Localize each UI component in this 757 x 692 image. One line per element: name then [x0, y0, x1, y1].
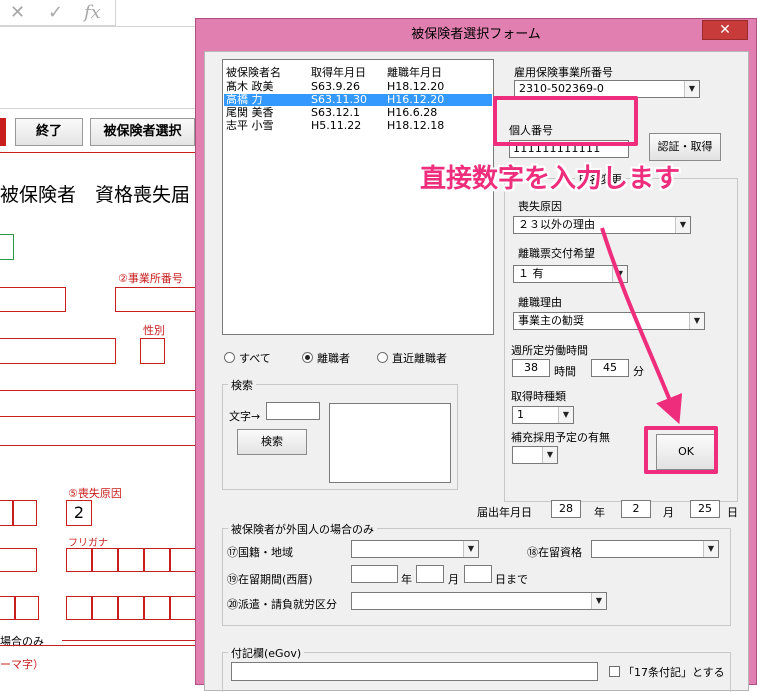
annotation-arrow [600, 227, 683, 425]
annotation-callout: 直接数字を入力します [420, 164, 681, 194]
